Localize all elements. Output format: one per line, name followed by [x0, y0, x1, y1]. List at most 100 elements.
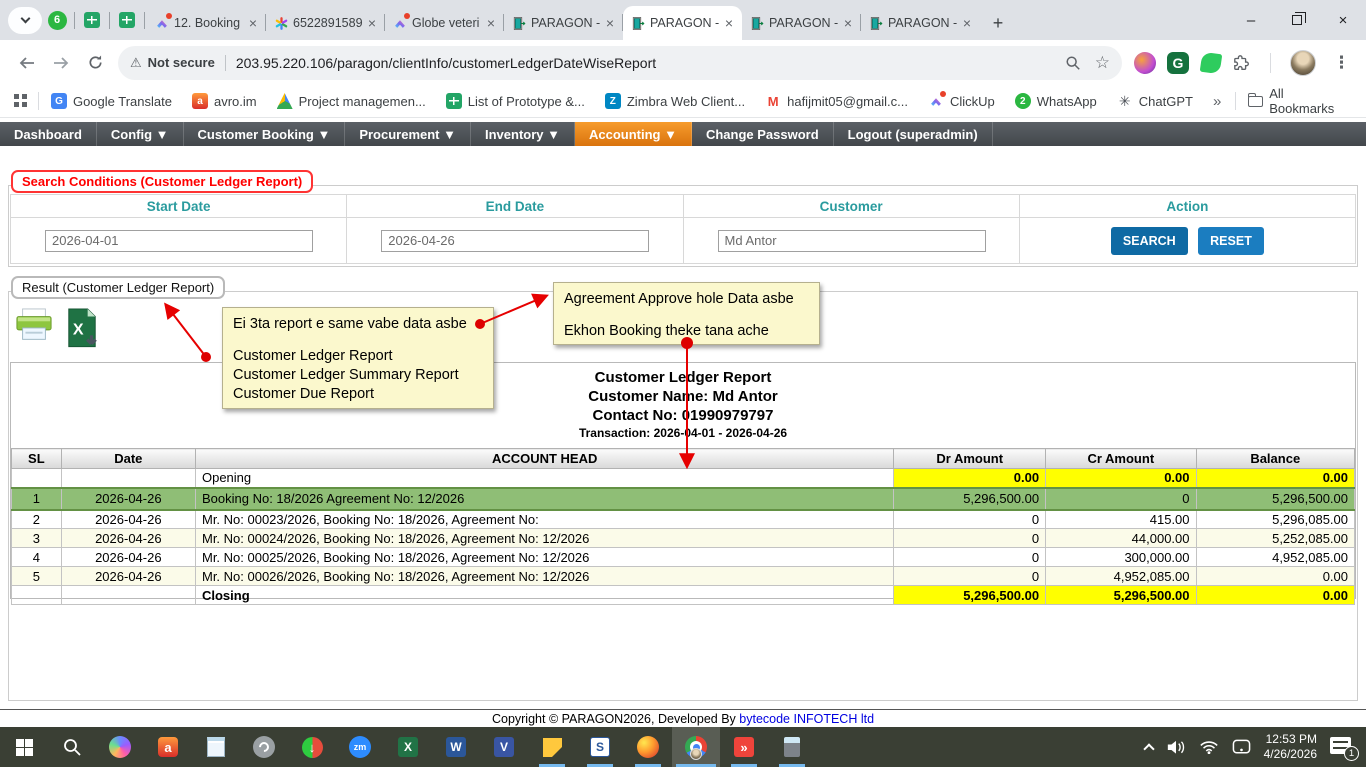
ledger-row[interactable]: Closing 5,296,500.00 5,296,500.00 0.00 [12, 586, 1355, 605]
taskbar-copilot[interactable] [96, 727, 144, 767]
address-bar[interactable]: ⚠ Not secure 203.95.220.106/paragon/clie… [118, 46, 1122, 80]
meet-now-icon[interactable] [1232, 739, 1251, 754]
search-button[interactable]: SEARCH [1111, 227, 1188, 255]
tab-numbers[interactable]: 6522891589 × [266, 6, 385, 40]
bookmark-zimbra[interactable]: ZZimbra Web Client... [605, 93, 745, 109]
tab-booking[interactable]: 12. Booking × [147, 6, 266, 40]
ledger-row[interactable]: 1 2026-04-26 Booking No: 18/2026 Agreeme… [12, 488, 1355, 510]
taskbar-chrome-active[interactable] [672, 727, 720, 767]
menu-kebab-icon[interactable]: ⋮ [1327, 53, 1356, 73]
green-eye-extension-icon[interactable] [1200, 52, 1222, 74]
pinned-tab-whatsapp[interactable]: 6 [42, 4, 72, 36]
start-date-input[interactable] [45, 230, 313, 252]
customer-input[interactable] [718, 230, 986, 252]
start-button[interactable] [0, 727, 48, 767]
developer-link[interactable]: bytecode INFOTECH ltd [739, 712, 874, 726]
back-button[interactable] [10, 46, 44, 80]
apps-grid-icon[interactable] [14, 94, 28, 108]
minimize-button[interactable]: – [1228, 0, 1274, 40]
tab-close-icon[interactable]: × [961, 15, 973, 31]
tab-paragon-2[interactable]: PARAGON - × [742, 6, 861, 40]
taskbar-excel[interactable]: X [384, 727, 432, 767]
tab-close-icon[interactable]: × [723, 15, 735, 31]
notification-center-button[interactable]: 1 [1330, 736, 1356, 758]
nav-item[interactable]: Config ▼ [97, 122, 184, 146]
pinned-tab-sheets-1[interactable] [77, 4, 107, 36]
taskbar-ssms[interactable]: S [576, 727, 624, 767]
nav-item[interactable]: Customer Booking ▼ [184, 122, 346, 146]
grammarly-extension-icon[interactable]: G [1167, 52, 1189, 74]
ledger-row[interactable]: 3 2026-04-26 Mr. No: 00024/2026, Booking… [12, 529, 1355, 548]
ledger-row[interactable]: 4 2026-04-26 Mr. No: 00025/2026, Booking… [12, 548, 1355, 567]
ledger-row[interactable]: Opening 0.00 0.00 0.00 [12, 469, 1355, 488]
tab-globe-veteri[interactable]: Globe veteri × [385, 6, 504, 40]
extensions-puzzle-icon[interactable] [1233, 54, 1251, 72]
print-icon[interactable] [15, 308, 53, 342]
taskbar-idm[interactable]: ↓ [288, 727, 336, 767]
nav-item[interactable]: Procurement ▼ [345, 122, 471, 146]
bookmark-star-icon[interactable]: ☆ [1095, 53, 1110, 73]
search-conditions-legend: Search Conditions (Customer Ledger Repor… [11, 170, 313, 193]
nav-item[interactable]: Logout (superadmin) [834, 122, 993, 146]
bookmark-avro[interactable]: aavro.im [192, 93, 257, 109]
bookmark-clickup[interactable]: ClickUp [928, 93, 995, 109]
url-text[interactable]: 203.95.220.106/paragon/clientInfo/custom… [236, 55, 1065, 71]
profile-avatar[interactable] [1290, 50, 1316, 76]
nav-item[interactable]: Accounting ▼ [575, 122, 692, 146]
cell-cr-amount: 415.00 [1046, 510, 1196, 529]
tab-paragon-1[interactable]: PARAGON - × [504, 6, 623, 40]
taskbar-word[interactable]: W [432, 727, 480, 767]
bookmark-gmail[interactable]: Mhafijmit05@gmail.c... [765, 93, 908, 109]
tab-close-icon[interactable]: × [485, 15, 497, 31]
forward-button[interactable] [44, 46, 78, 80]
reload-button[interactable] [78, 46, 112, 80]
search-icon[interactable] [1065, 55, 1081, 71]
tray-expand-icon[interactable] [1143, 743, 1154, 754]
tab-close-icon[interactable]: × [247, 15, 259, 31]
new-tab-button[interactable]: + [984, 9, 1012, 37]
bookmark-label: Zimbra Web Client... [627, 94, 745, 109]
nav-item[interactable]: Dashboard [0, 122, 97, 146]
taskbar-zoom[interactable]: zm [336, 727, 384, 767]
bookmark-project-management[interactable]: Project managemen... [277, 93, 426, 109]
pinned-tab-sheets-2[interactable] [112, 4, 142, 36]
gmail-icon: M [765, 93, 781, 109]
bookmarks-overflow-icon[interactable]: » [1213, 93, 1221, 110]
taskbar-sticky-notes[interactable] [528, 727, 576, 767]
tab-close-icon[interactable]: × [366, 15, 378, 31]
taskbar-clock[interactable]: 12:53 PM 4/26/2026 [1264, 732, 1317, 762]
tab-close-icon[interactable]: × [604, 15, 616, 31]
end-date-input[interactable] [381, 230, 649, 252]
taskbar-search-button[interactable] [48, 727, 96, 767]
cell-dr-amount: 0 [894, 548, 1046, 567]
bookmark-whatsapp[interactable]: 2WhatsApp [1015, 93, 1097, 109]
taskbar-calculator[interactable] [768, 727, 816, 767]
excel-export-icon[interactable]: X [65, 308, 99, 350]
taskbar-firefox[interactable] [624, 727, 672, 767]
bookmark-google-translate[interactable]: GGoogle Translate [51, 93, 172, 109]
restore-button[interactable] [1274, 0, 1320, 40]
bookmark-chatgpt[interactable]: ✳ChatGPT [1117, 93, 1193, 109]
taskbar-whatsapp[interactable] [240, 727, 288, 767]
bookmark-prototype-list[interactable]: List of Prototype &... [446, 93, 585, 109]
wifi-icon[interactable] [1199, 740, 1219, 755]
volume-icon[interactable] [1166, 740, 1186, 755]
tab-paragon-3[interactable]: PARAGON - × [861, 6, 980, 40]
tab-close-icon[interactable]: × [842, 15, 854, 31]
security-label[interactable]: Not secure [148, 55, 215, 70]
all-bookmarks-label[interactable]: All Bookmarks [1269, 86, 1352, 116]
ledger-row[interactable]: 2 2026-04-26 Mr. No: 00023/2026, Booking… [12, 510, 1355, 529]
reset-button[interactable]: RESET [1198, 227, 1264, 255]
taskbar-visio[interactable]: V [480, 727, 528, 767]
taskbar-avro-keyboard[interactable]: a [144, 727, 192, 767]
nav-item[interactable]: Inventory ▼ [471, 122, 575, 146]
notepad-icon [207, 737, 225, 757]
tab-paragon-active[interactable]: PARAGON - × [623, 6, 742, 40]
nav-item[interactable]: Change Password [692, 122, 834, 146]
taskbar-anydesk[interactable]: » [720, 727, 768, 767]
gradient-extension-icon[interactable] [1134, 52, 1156, 74]
ledger-row[interactable]: 5 2026-04-26 Mr. No: 00026/2026, Booking… [12, 567, 1355, 586]
tab-list-button[interactable] [8, 7, 42, 34]
taskbar-notepad[interactable] [192, 727, 240, 767]
close-button[interactable]: × [1320, 0, 1366, 40]
